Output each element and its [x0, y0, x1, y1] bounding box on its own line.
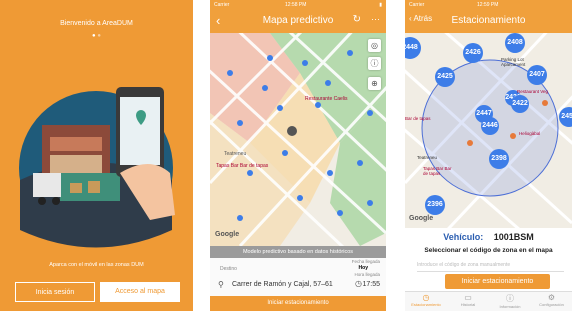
vehicle-plate[interactable]: 1001BSM [494, 232, 534, 242]
destination-panel: Destino Fecha llegada Hoy Hora llegada ⚲… [210, 258, 386, 296]
login-button[interactable]: Inicia sesión [15, 282, 95, 302]
vehicle-label: Vehículo: [443, 232, 484, 242]
tab-settings[interactable]: ⚙ Configuración [531, 293, 572, 307]
tab-bar: ◷ Estacionamiento ▭ Historial ⓘ Informac… [405, 291, 572, 311]
location-pin-icon: ⚲ [218, 280, 224, 289]
zone-cluster[interactable]: 2456 [559, 107, 572, 127]
destino-label: Destino [220, 266, 237, 272]
vehicle-row: Vehículo: 1001BSM [405, 232, 572, 242]
page-title: Estacionamiento [451, 15, 526, 26]
gear-icon: ⚙ [547, 293, 556, 302]
poi-label: Bar de tapas [405, 116, 431, 121]
status-time: 12:58 PM [285, 2, 307, 8]
zone-cluster[interactable]: 2398 [489, 149, 509, 169]
map-canvas [210, 33, 386, 246]
map-view[interactable]: ◎ ⓘ ⊕ Restaurante Caelis Teatreneu Tapas… [210, 33, 386, 246]
poi-label: Heliogàbal [519, 131, 541, 136]
poi-label: Teatreneu [224, 151, 247, 157]
zone-cluster[interactable]: 2408 [505, 33, 525, 53]
tab-label: Estacionamiento [411, 302, 441, 307]
poi-label: Teatreneu [417, 155, 438, 160]
info-icon: ⓘ [506, 294, 514, 303]
predictive-banner: Modelo predictivo basado en datos histór… [210, 246, 386, 258]
target-icon[interactable]: ⊕ [368, 77, 381, 90]
info-icon[interactable]: ⓘ [368, 57, 381, 70]
tab-parking[interactable]: ◷ Estacionamiento [405, 293, 447, 307]
carrier-label: Carrier [409, 2, 425, 8]
zone-cluster[interactable]: 2426 [463, 43, 483, 63]
tab-label: Configuración [539, 302, 564, 307]
status-bar: Carrier 12:59 PM [405, 0, 572, 9]
select-zone-label: Seleccionar el código de zona en el mapa [424, 247, 553, 254]
carrier-label: Carrier [214, 2, 230, 8]
poi-label: Tapas Bar Bar de tapas [216, 163, 269, 169]
google-logo: Google [409, 215, 434, 222]
refresh-icon[interactable]: ↻ [353, 14, 361, 25]
battery-icon: ▮ [379, 2, 382, 8]
poi-label: Tapas Bar Bar de tapas [423, 166, 452, 176]
hora-label: Hora llegada [354, 272, 380, 277]
fecha-value[interactable]: Hoy [359, 265, 368, 271]
google-logo: Google [215, 231, 240, 238]
zone-cluster[interactable]: 2407 [527, 65, 547, 85]
predictive-map-screen: Carrier 12:58 PM ▮ ‹ Mapa predictivo ↻ ·… [210, 0, 386, 311]
fecha-label: Fecha llegada [351, 259, 380, 264]
arrival-time[interactable]: 17:55 [362, 281, 380, 288]
tab-history[interactable]: ▭ Historial [447, 293, 489, 307]
poi-label: Restaurante Caelis [305, 96, 348, 102]
nav-bar: ‹ Mapa predictivo ↻ ··· [210, 9, 386, 33]
tab-label: Historial [460, 302, 476, 307]
start-parking-button[interactable]: Iniciar estacionamiento [445, 274, 550, 289]
tagline: Aparca con el móvil en las zonas DUM [49, 262, 144, 268]
poi-label: Restaurant Veg [517, 89, 549, 94]
destination-address[interactable]: Carrer de Ramón y Cajal, 57–61 [232, 281, 333, 288]
welcome-screen: Bienvenido a AreaDUM ● ● Aparca con el m… [0, 0, 193, 311]
parking-screen: Carrier 12:59 PM ‹ Atrás Estacionamiento… [405, 0, 572, 311]
parking-clock-icon: ◷ [422, 293, 430, 302]
map-view[interactable]: 2448 2426 2408 2407 2425 2421 2422 2447 … [405, 33, 572, 228]
clock-icon: ◷ [355, 279, 362, 288]
compass-icon[interactable]: ◎ [368, 39, 381, 52]
nav-bar: ‹ Atrás Estacionamiento [405, 9, 572, 33]
page-indicator: ● ● [92, 33, 101, 39]
zone-cluster[interactable]: 2446 [481, 117, 499, 135]
map-access-button[interactable]: Acceso al mapa [100, 282, 180, 302]
zone-cluster[interactable]: 2425 [435, 67, 455, 87]
zone-cluster[interactable]: 2396 [425, 195, 445, 215]
status-bar: Carrier 12:58 PM ▮ [210, 0, 386, 9]
illustration [19, 87, 175, 248]
status-time: 12:59 PM [477, 2, 499, 8]
poi-label: Parking Lot Aparcament [501, 57, 526, 67]
zone-code-input[interactable]: Introduce el código de zona manualmente [417, 259, 564, 272]
start-parking-button[interactable]: Iniciar estacionamiento [210, 296, 386, 311]
zone-cluster[interactable]: 2422 [511, 95, 529, 113]
tab-label: Información [499, 304, 521, 309]
more-icon[interactable]: ··· [371, 14, 380, 24]
book-icon: ▭ [464, 293, 472, 302]
tab-info[interactable]: ⓘ Información [489, 293, 531, 309]
welcome-title: Bienvenido a AreaDUM [60, 20, 133, 27]
